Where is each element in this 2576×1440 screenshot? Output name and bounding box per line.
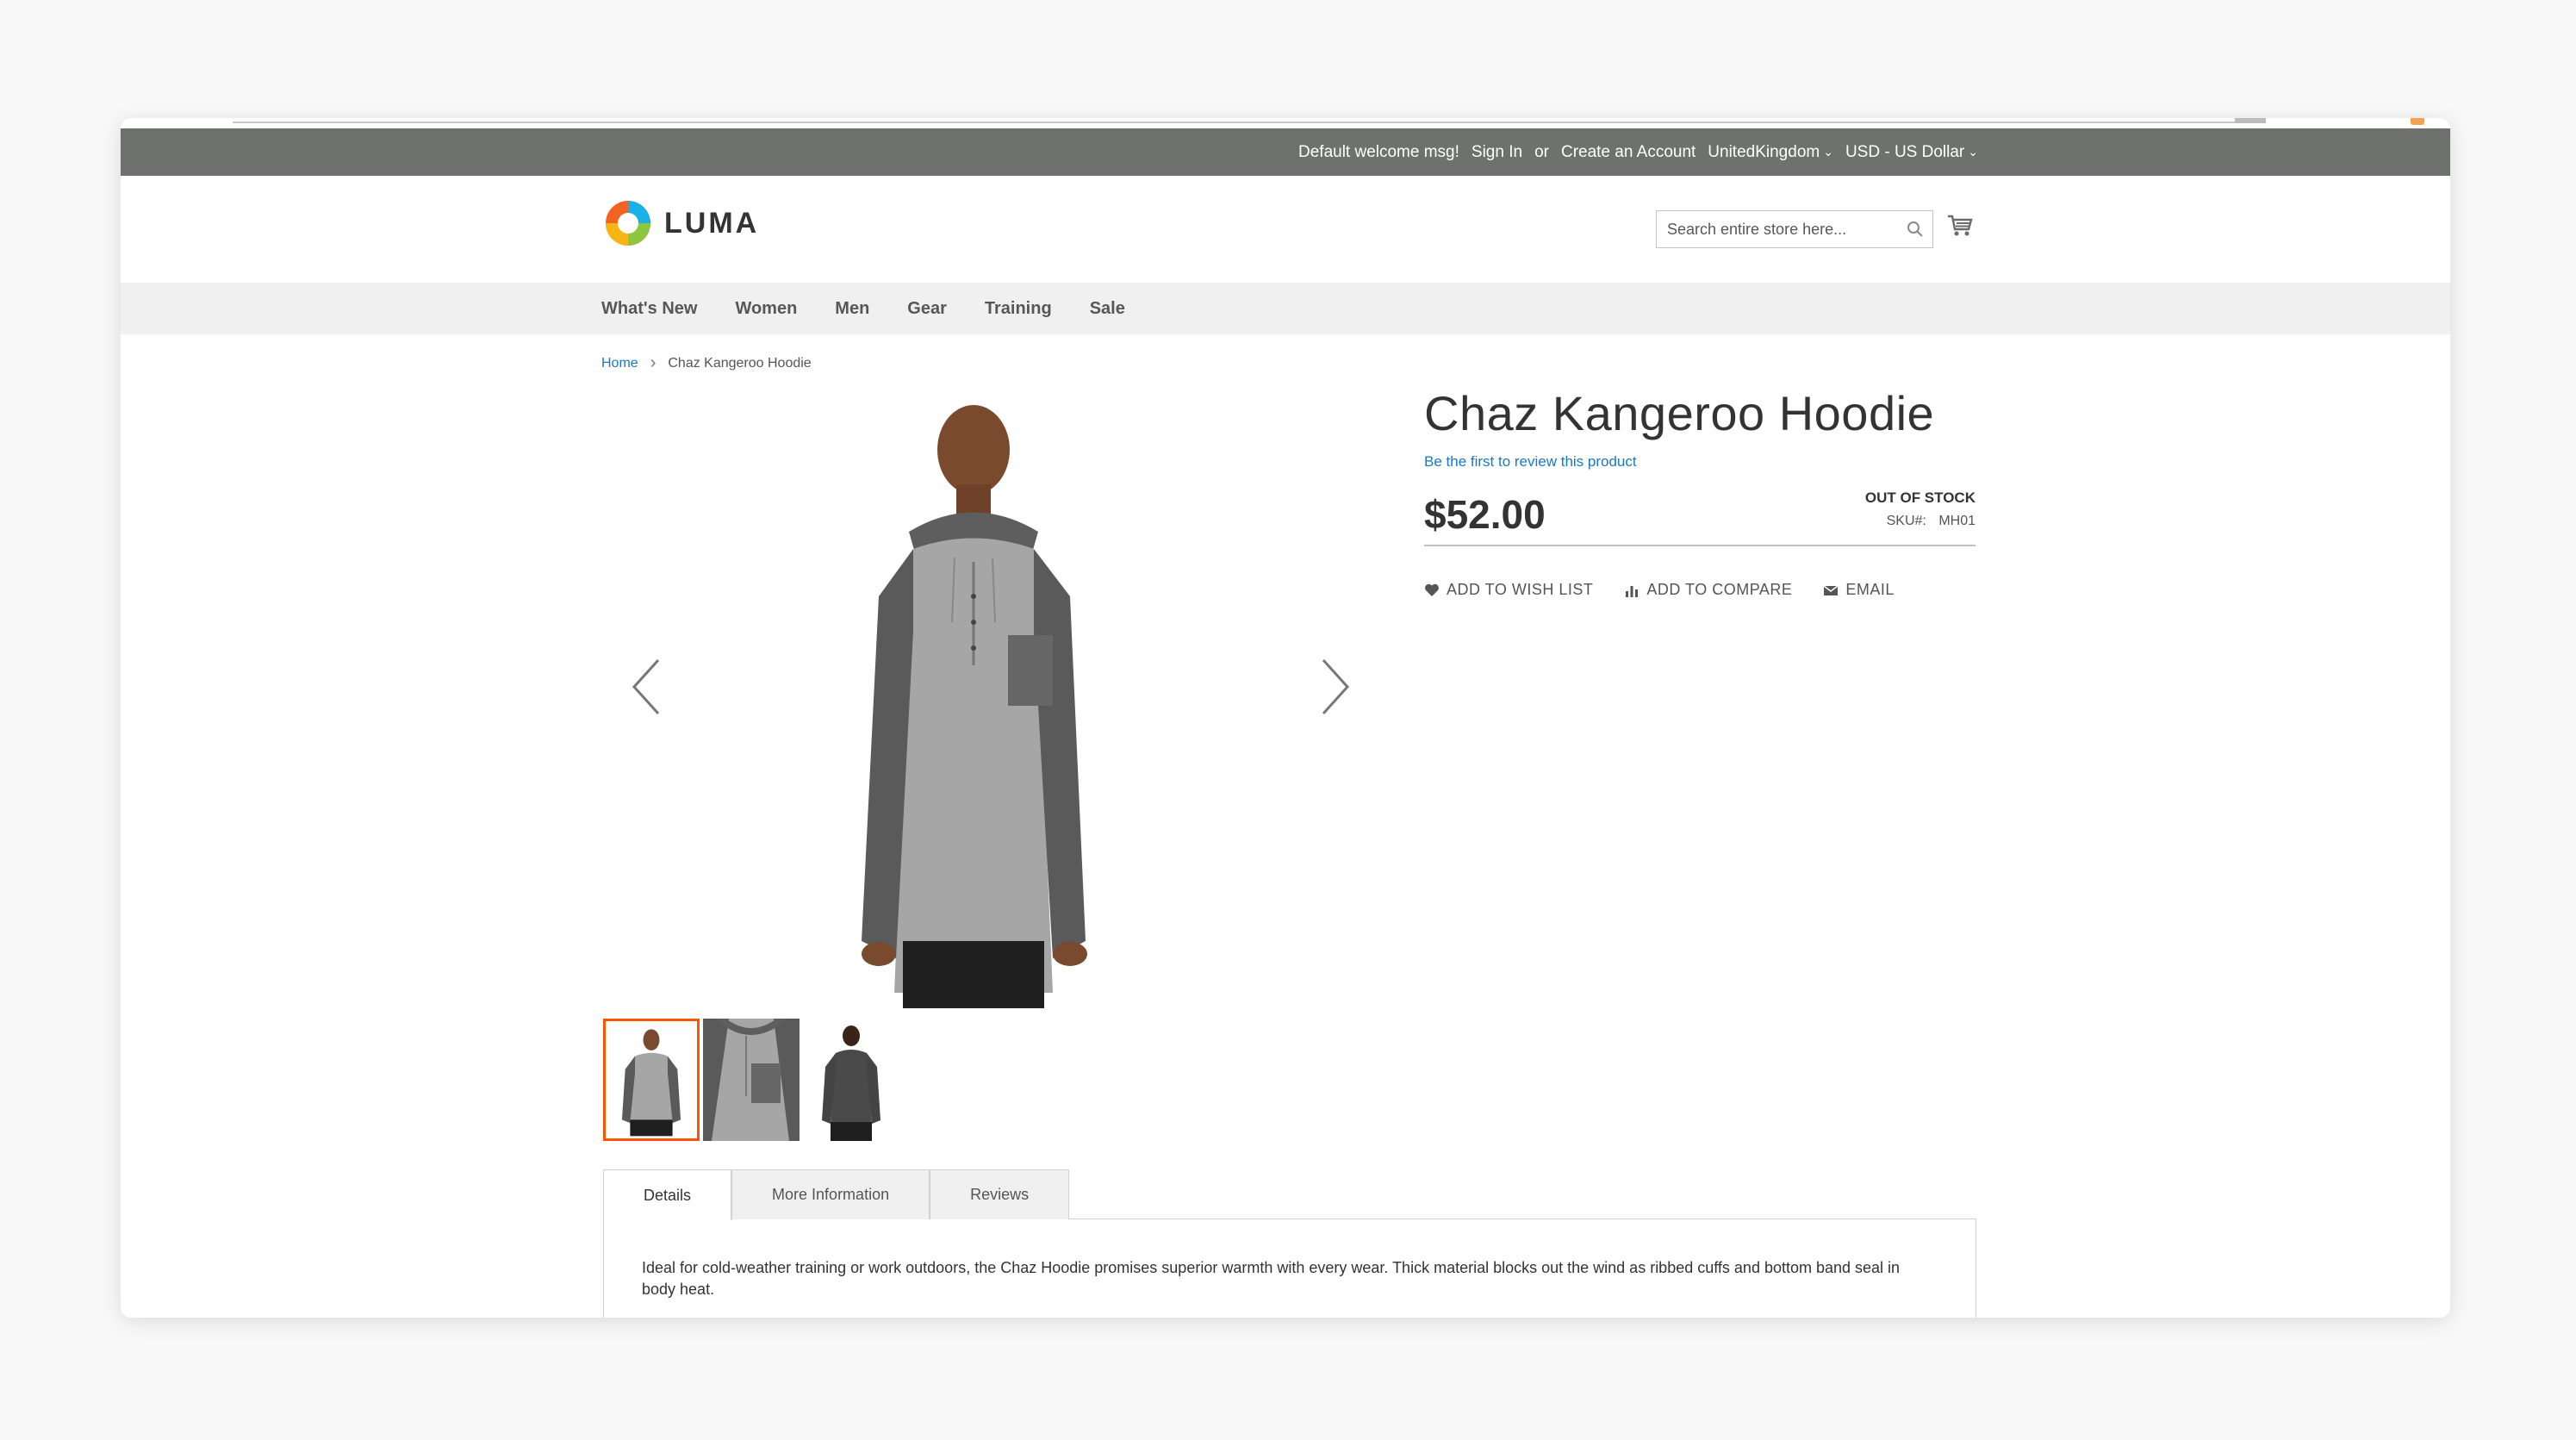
sku-label: SKU#: — [1886, 514, 1926, 528]
nav-item-whats-new[interactable]: What's New — [601, 299, 697, 319]
price-row: $52.00 OUT OF STOCK SKU#: MH01 — [1424, 486, 1976, 546]
tab-reviews[interactable]: Reviews — [930, 1169, 1070, 1219]
scrollbar[interactable] — [233, 118, 2266, 123]
chevron-down-icon: ⌄ — [1823, 145, 1833, 159]
tab-details[interactable]: Details — [603, 1169, 732, 1220]
cart-icon[interactable] — [1947, 214, 1973, 238]
product-tabs: Details More Information Reviews Ideal f… — [603, 1169, 1976, 1318]
search-box[interactable]: Search entire store here... — [1656, 210, 1933, 248]
product-actions: ADD TO WISH LIST ADD TO COMPARE EMAIL — [1424, 581, 1976, 599]
currency-switcher-label: USD - US Dollar — [1845, 142, 1965, 161]
store-switcher[interactable]: UnitedKingdom ⌄ — [1708, 143, 1833, 162]
thumbnail-back[interactable] — [803, 1019, 899, 1141]
nav-item-women[interactable]: Women — [735, 299, 797, 319]
tab-details-content: Ideal for cold-weather training or work … — [603, 1219, 1976, 1318]
product-description: Ideal for cold-weather training or work … — [642, 1259, 1901, 1298]
create-account-link[interactable]: Create an Account — [1561, 143, 1696, 162]
thumbnail-detail[interactable] — [703, 1019, 800, 1141]
product-info: Chaz Kangeroo Hoodie Be the first to rev… — [1424, 385, 1976, 599]
nav-item-gear[interactable]: Gear — [907, 299, 947, 319]
logo-text: LUMA — [664, 206, 760, 240]
add-to-compare-button[interactable]: ADD TO COMPARE — [1624, 581, 1792, 599]
nav-menu: What's New Women Men Gear Training Sale — [601, 283, 1125, 334]
search-input[interactable]: Search entire store here... — [1667, 221, 1907, 239]
nav-item-men[interactable]: Men — [835, 299, 869, 319]
envelope-icon — [1823, 584, 1839, 595]
gallery-prev-arrow-icon[interactable] — [629, 657, 663, 717]
logo[interactable]: LUMA — [604, 199, 759, 247]
nav-item-sale[interactable]: Sale — [1090, 299, 1125, 319]
tab-row: Details More Information Reviews — [603, 1169, 1976, 1220]
heart-icon — [1425, 583, 1439, 596]
add-to-compare-label: ADD TO COMPARE — [1646, 581, 1793, 598]
compare-icon — [1626, 585, 1639, 597]
luma-logo-icon — [606, 201, 650, 246]
product-sku: SKU#: MH01 — [1887, 514, 1976, 529]
stock-status: OUT OF STOCK — [1864, 489, 1976, 506]
sku-value: MH01 — [1938, 514, 1976, 528]
or-text: or — [1534, 142, 1549, 161]
email-label: EMAIL — [1845, 581, 1895, 598]
welcome-message: Default welcome msg! — [1298, 142, 1459, 161]
panel-links: Default welcome msg! Sign In or Create a… — [1298, 128, 1978, 176]
thumbnail-front[interactable] — [603, 1019, 700, 1141]
add-to-wishlist-button[interactable]: ADD TO WISH LIST — [1424, 581, 1593, 599]
main-navigation: What's New Women Men Gear Training Sale — [121, 283, 2450, 334]
sign-in-link[interactable]: Sign In — [1472, 143, 1522, 162]
gallery-next-arrow-icon[interactable] — [1318, 657, 1353, 717]
breadcrumb-home-link[interactable]: Home — [601, 356, 638, 371]
page-header: LUMA Search entire store here... — [121, 176, 2450, 283]
scrollbar-thumb[interactable] — [2235, 118, 2266, 123]
store-switcher-label: UnitedKingdom — [1708, 142, 1820, 161]
tab-more-information[interactable]: More Information — [731, 1169, 930, 1219]
breadcrumb-separator: › — [650, 353, 656, 372]
currency-switcher[interactable]: USD - US Dollar ⌄ — [1845, 143, 1978, 162]
product-gallery — [603, 390, 1350, 1008]
product-main-image[interactable] — [827, 390, 1120, 1008]
add-to-wishlist-label: ADD TO WISH LIST — [1447, 581, 1594, 598]
rss-tab — [2411, 118, 2424, 125]
thumbnail-front-image — [621, 1029, 681, 1137]
gallery-thumbnails — [603, 1019, 903, 1141]
product-price: $52.00 — [1424, 492, 1546, 537]
search-icon[interactable] — [1907, 221, 1924, 238]
thumbnail-detail-image — [703, 1019, 800, 1141]
email-button[interactable]: EMAIL — [1823, 581, 1895, 599]
page-title: Chaz Kangeroo Hoodie — [1424, 386, 1935, 440]
top-panel: Default welcome msg! Sign In or Create a… — [121, 128, 2450, 176]
nav-item-training[interactable]: Training — [985, 299, 1052, 319]
browser-window: Default welcome msg! Sign In or Create a… — [121, 118, 2450, 1318]
review-link[interactable]: Be the first to review this product — [1424, 453, 1976, 471]
thumbnail-back-image — [822, 1025, 880, 1141]
chevron-down-icon: ⌄ — [1968, 145, 1978, 159]
breadcrumb: Home › Chaz Kangeroo Hoodie — [601, 353, 812, 373]
breadcrumb-current: Chaz Kangeroo Hoodie — [668, 355, 812, 371]
